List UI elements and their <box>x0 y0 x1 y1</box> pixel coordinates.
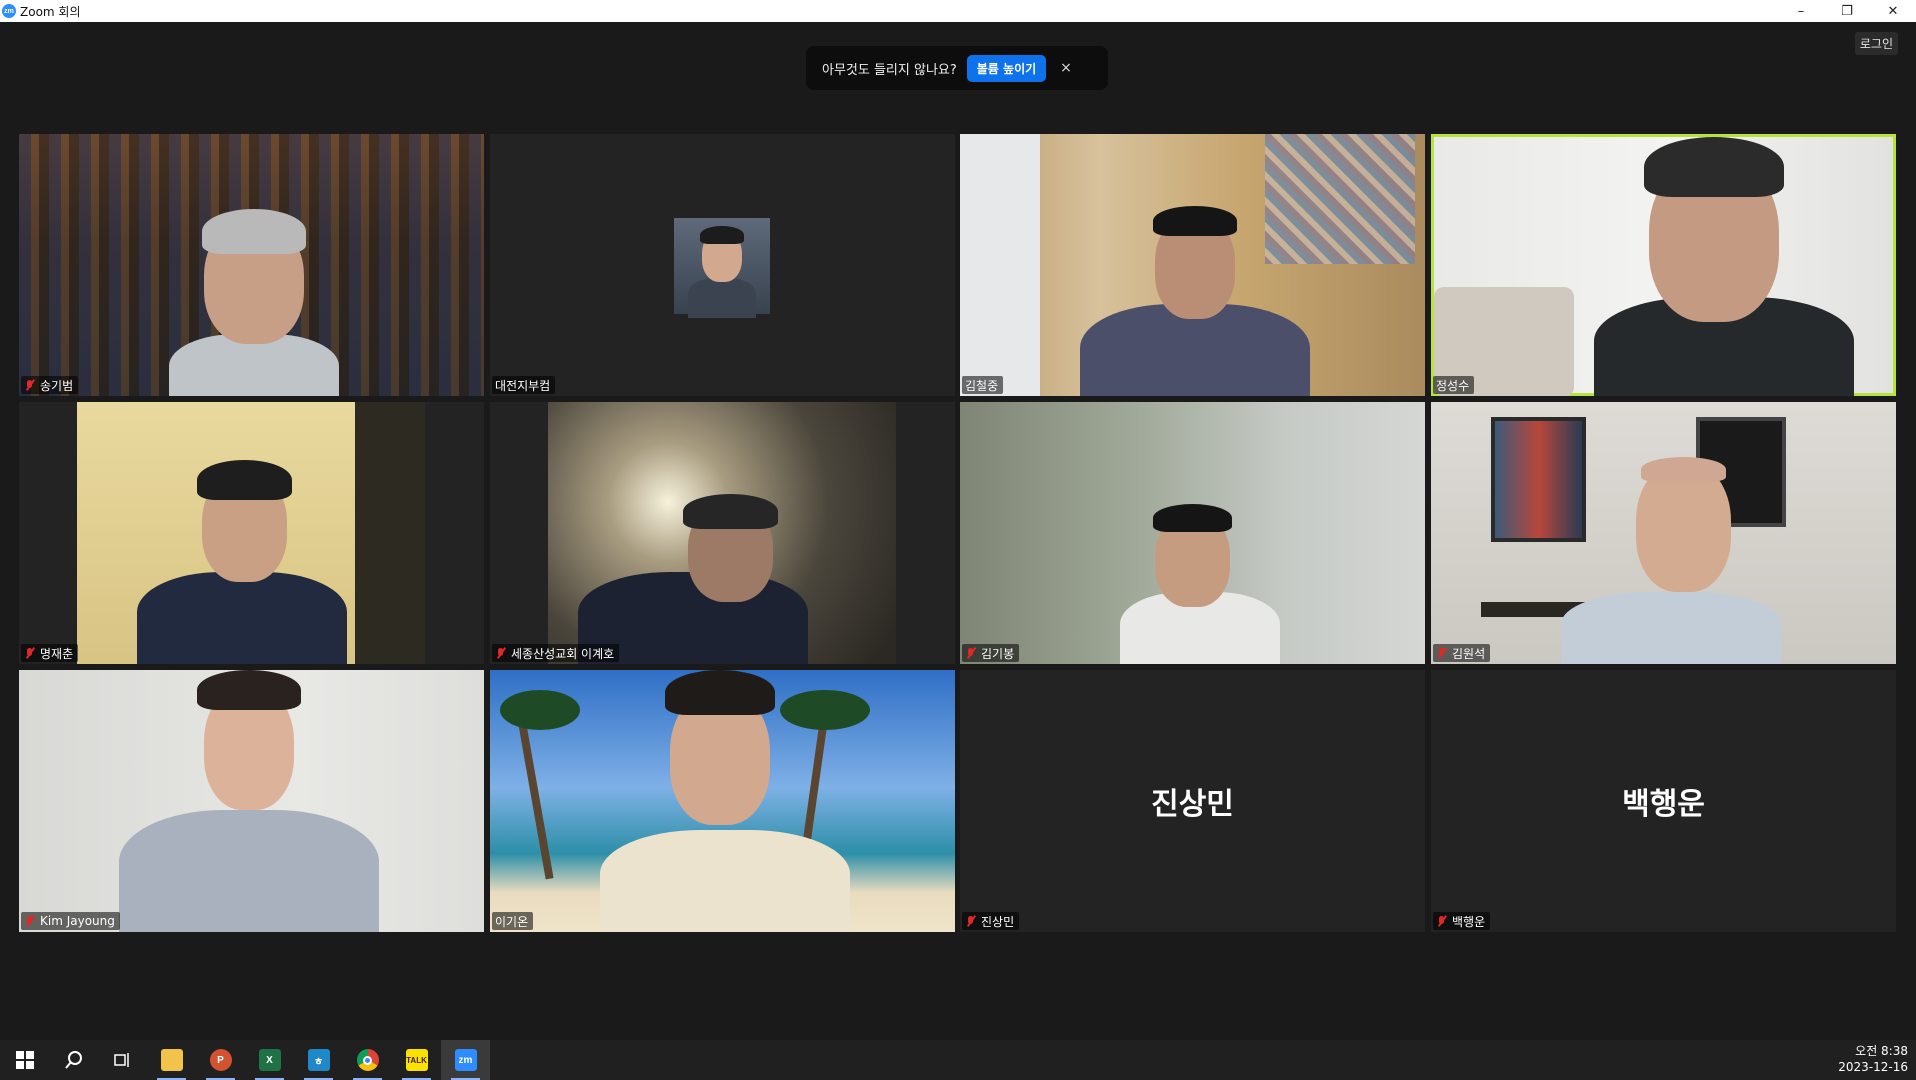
video-tile[interactable]: 명재춘 <box>19 402 484 664</box>
video-tile[interactable]: 김철중 <box>960 134 1425 396</box>
excel-icon: X <box>258 1049 281 1071</box>
window-controls: – ❐ ✕ <box>1778 0 1916 22</box>
login-button[interactable]: 로그인 <box>1854 32 1898 55</box>
muted-mic-icon <box>24 915 36 927</box>
video-tile[interactable]: 대전지부컴 <box>490 134 955 396</box>
muted-mic-icon <box>24 647 36 659</box>
minimize-button[interactable]: – <box>1778 0 1824 22</box>
participant-name-tag: 대전지부컴 <box>492 376 556 394</box>
close-button[interactable]: ✕ <box>1870 0 1916 22</box>
video-feed <box>1434 137 1893 396</box>
zoom-logo-icon: zm <box>2 4 16 18</box>
participant-name-tag: 송기범 <box>21 376 79 394</box>
restore-button[interactable]: ❐ <box>1824 0 1870 22</box>
chrome-icon <box>356 1049 379 1071</box>
participant-name-tag: 이기온 <box>492 912 534 930</box>
muted-mic-icon <box>1436 915 1448 927</box>
volume-up-button[interactable]: 볼륨 높이기 <box>966 54 1047 82</box>
participant-name-tag: 김기봉 <box>962 644 1020 662</box>
video-feed <box>960 402 1425 664</box>
muted-mic-icon <box>495 647 507 659</box>
kakaotalk-icon: TALK <box>405 1049 428 1071</box>
video-feed <box>490 670 955 932</box>
powerpoint-button[interactable]: P <box>196 1040 245 1080</box>
video-tile[interactable]: 진상민 진상민 <box>960 670 1425 932</box>
clock-date: 2023-12-16 <box>1838 1060 1908 1074</box>
profile-picture <box>674 218 770 318</box>
zoom-icon: zm <box>454 1049 477 1071</box>
video-tile[interactable]: 김원석 <box>1431 402 1896 664</box>
video-tile[interactable]: 백행운 백행운 <box>1431 670 1896 932</box>
video-feed <box>1431 402 1896 664</box>
start-button[interactable] <box>0 1040 49 1080</box>
audio-notice: 아무것도 들리지 않나요? 볼륨 높이기 × <box>806 46 1108 90</box>
video-tile[interactable]: Kim Jayoung <box>19 670 484 932</box>
participant-name-tag: 정성수 <box>1433 376 1475 394</box>
meeting-area: 로그인 아무것도 들리지 않나요? 볼륨 높이기 × 송기범 대전지부컴 김철중… <box>0 22 1916 1040</box>
participant-name-tag: 세종산성교회 이계호 <box>492 644 620 662</box>
video-tile[interactable]: 세종산성교회 이계호 <box>490 402 955 664</box>
close-icon[interactable]: × <box>1060 60 1072 76</box>
title-bar: zm Zoom 회의 – ❐ ✕ <box>0 0 1916 22</box>
video-tile[interactable]: 김기봉 <box>960 402 1425 664</box>
task-view-button[interactable] <box>98 1040 147 1080</box>
video-feed <box>77 402 425 664</box>
search-button[interactable] <box>49 1040 98 1080</box>
audio-notice-text: 아무것도 들리지 않나요? <box>822 62 957 78</box>
video-feed <box>19 670 484 932</box>
participant-name-tag: 김철중 <box>962 376 1004 394</box>
zoom-taskbar-button[interactable]: zm <box>441 1040 490 1080</box>
search-icon <box>64 1051 82 1069</box>
participant-name-tag: Kim Jayoung <box>21 912 120 930</box>
muted-mic-icon <box>965 915 977 927</box>
system-clock[interactable]: 오전 8:38 2023-12-16 <box>1838 1043 1908 1075</box>
participant-name-tag: 백행운 <box>1433 912 1491 930</box>
muted-mic-icon <box>965 647 977 659</box>
excel-button[interactable]: X <box>245 1040 294 1080</box>
active-speaker-tile[interactable]: 정성수 <box>1431 134 1896 396</box>
hangul-button[interactable]: ㅎ <box>294 1040 343 1080</box>
folder-icon <box>160 1049 183 1071</box>
video-feed <box>19 134 484 396</box>
participant-big-name: 백행운 <box>1622 787 1705 822</box>
task-view-icon <box>113 1053 129 1067</box>
video-feed <box>548 402 896 664</box>
video-tile[interactable]: 이기온 <box>490 670 955 932</box>
participant-big-name: 진상민 <box>1151 787 1234 822</box>
muted-mic-icon <box>1436 647 1448 659</box>
video-tile[interactable]: 송기범 <box>19 134 484 396</box>
windows-logo-icon <box>15 1051 34 1069</box>
kakaotalk-button[interactable]: TALK <box>392 1040 441 1080</box>
participant-name-tag: 김원석 <box>1433 644 1491 662</box>
participant-name-tag: 진상민 <box>962 912 1020 930</box>
chrome-button[interactable] <box>343 1040 392 1080</box>
video-feed <box>960 134 1425 396</box>
powerpoint-icon: P <box>209 1049 232 1071</box>
hangul-icon: ㅎ <box>307 1049 330 1071</box>
participant-name-tag: 명재춘 <box>21 644 79 662</box>
file-explorer-button[interactable] <box>147 1040 196 1080</box>
window-title: Zoom 회의 <box>20 4 81 19</box>
windows-taskbar: P X ㅎ TALK zm <box>0 1040 1916 1080</box>
muted-mic-icon <box>24 379 36 391</box>
clock-time: 오전 8:38 <box>1855 1044 1908 1058</box>
